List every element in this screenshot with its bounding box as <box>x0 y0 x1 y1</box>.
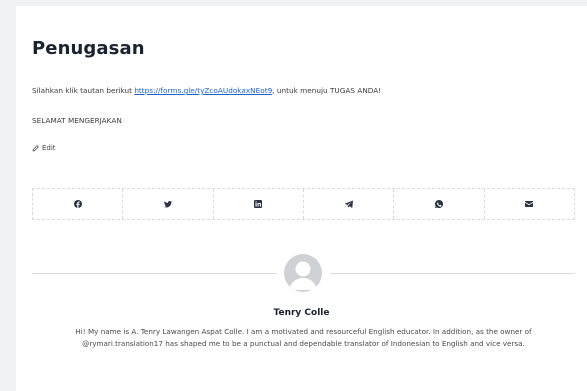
share-facebook-button[interactable] <box>33 189 124 219</box>
avatar <box>284 254 322 292</box>
telegram-icon <box>344 200 353 208</box>
post-card: Penugasan Silahkan klik tautan berikut h… <box>16 6 587 391</box>
author-bio: Hi! My name is A. Tenry Lawangen Aspat C… <box>75 327 532 348</box>
share-twitter-button[interactable] <box>123 189 214 219</box>
share-telegram-button[interactable] <box>304 189 395 219</box>
share-whatsapp-button[interactable] <box>394 189 485 219</box>
share-bar <box>32 188 575 220</box>
post-title: Penugasan <box>32 38 145 59</box>
linkedin-icon <box>254 200 263 208</box>
instruction-after: , untuk menuju TUGAS ANDA! <box>272 86 382 95</box>
edit-label: Edit <box>42 144 56 152</box>
twitter-icon <box>163 201 172 208</box>
author-divider-right <box>330 273 575 274</box>
author-name: Tenry Colle <box>273 308 330 318</box>
user-silhouette-icon <box>289 261 317 290</box>
facebook-icon <box>73 200 82 208</box>
share-linkedin-button[interactable] <box>214 189 304 219</box>
closing-text: SELAMAT MENGERJAKAN <box>32 116 122 125</box>
instruction-text: Silahkan klik tautan berikut https://for… <box>32 86 381 95</box>
form-link[interactable]: https://forms.gle/tyZcoAUdokaxNEot9 <box>134 86 272 95</box>
email-icon <box>525 201 534 207</box>
whatsapp-icon <box>434 200 443 208</box>
edit-link[interactable]: Edit <box>32 144 56 152</box>
author-divider-left <box>32 273 277 274</box>
instruction-before: Silahkan klik tautan berikut <box>32 86 135 95</box>
pencil-icon <box>32 144 39 151</box>
share-email-button[interactable] <box>485 189 574 219</box>
